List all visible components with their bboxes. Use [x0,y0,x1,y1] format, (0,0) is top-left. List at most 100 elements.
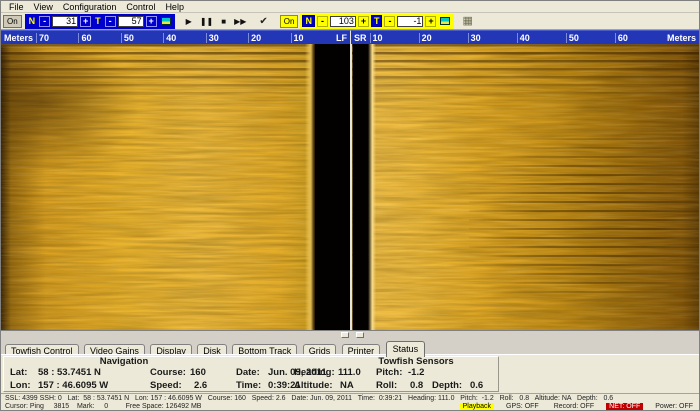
control-tab-bar: Towfish Control Video Gains Display Disk… [1,338,699,354]
port-water-column [315,44,350,330]
starboard-ruler-tick: 10 [370,33,419,43]
app-window: File View Configuration Control Help On … [0,0,700,411]
menu-bar: File View Configuration Control Help [1,1,699,13]
starboard-ruler-tick: 40 [517,33,566,43]
playback-mode-badge: Playback [460,403,494,410]
port-ruler-tick: 70 [36,33,78,43]
roll-value: 0.8 [410,380,423,391]
port-sonar-display[interactable] [1,44,350,330]
course-label: Course: [150,367,186,378]
starboard-ruler-sr-label: SR [351,33,370,43]
port-ruler-tick: 60 [78,33,120,43]
port-t-value-input[interactable] [118,16,144,27]
starboard-first-return-line [368,44,376,330]
starboard-range-ruler: SR 10 20 30 40 50 60 Meters [351,30,699,44]
pause-icon[interactable]: ❚❚ [199,17,214,26]
starboard-ruler-tick: 50 [566,33,615,43]
port-ruler-tick: 20 [248,33,290,43]
range-rulers: Meters 70 60 50 40 30 20 10 LF SR 10 20 … [1,30,699,44]
grid-window-icon[interactable]: ▦ [462,16,472,27]
port-on-button[interactable]: On [3,15,22,28]
starboard-ruler-tick: 30 [468,33,517,43]
lon-value: 157 : 46.6095 W [38,380,108,391]
starboard-ruler-units-label: Meters [664,33,699,43]
port-n-decrement-button[interactable]: - [39,16,50,27]
starboard-sonar-display[interactable] [352,44,699,330]
menu-control[interactable]: Control [121,2,160,12]
starboard-water-column [353,44,369,330]
altitude-value: NA [340,380,354,391]
speed-label: Speed: [150,380,182,391]
starboard-t-decrement-button[interactable]: - [384,16,395,27]
starboard-gain-group: N - + T - + [300,14,454,29]
starboard-t-value-input[interactable] [397,16,423,27]
starboard-n-decrement-button[interactable]: - [317,16,328,27]
speed-value: 2.6 [194,380,207,391]
port-t-increment-button[interactable]: + [146,16,157,27]
starboard-ruler-tick: 20 [419,33,468,43]
port-ruler-tick: 30 [206,33,248,43]
lat-label: Lat: [10,367,27,378]
fast-forward-icon[interactable]: ▶▶ [233,17,247,26]
depth-value: 0.6 [470,380,483,391]
port-display-settings-button[interactable] [159,15,173,28]
status-bar: SSL: 4399 SSH: 0 Lat: 58 : 53.7451 N Lon… [1,393,699,411]
port-ruler-lf-label: LF [333,33,350,43]
port-n-increment-button[interactable]: + [80,16,91,27]
tab-status[interactable]: Status [386,341,426,357]
altitude-label: Altitude: [294,380,333,391]
port-n-value-input[interactable] [52,16,78,27]
status-badges: Playback GPS: OFF Record: OFF NET: OFF P… [460,403,696,410]
heading-label: Heading: [294,367,335,378]
roll-label: Roll: [376,380,397,391]
port-t-decrement-button[interactable]: - [105,16,116,27]
date-label: Date: [236,367,260,378]
course-value: 160 [190,367,206,378]
starboard-surface-return-band [352,44,699,108]
port-dark-patch [1,54,141,174]
port-gain-group: N - + T - + [25,14,175,29]
status-line-telemetry: SSL: 4399 SSH: 0 Lat: 58 : 53.7451 N Lon… [5,395,613,402]
starboard-ruler-tick: 60 [615,33,664,43]
menu-configuration[interactable]: Configuration [58,2,122,12]
status-line-cursor: Cursor: Ping 3815 Mark: 0 Free Space: 12… [5,403,201,410]
starboard-display-settings-button[interactable] [438,15,452,28]
menu-help[interactable]: Help [160,2,189,12]
starboard-display-icon [440,17,450,25]
menu-view[interactable]: View [29,2,58,12]
navigation-title: Navigation [64,356,184,367]
port-range-ruler: Meters 70 60 50 40 30 20 10 LF [1,30,351,44]
navigation-sensors-groupbox: Navigation Towfish Sensors Lat: 58 : 53.… [3,356,499,392]
port-ruler-tick: 40 [163,33,205,43]
starboard-n-channel-label: N [302,15,315,27]
time-label: Time: [236,380,261,391]
port-n-channel-label: N [27,16,38,26]
port-ruler-tick: 10 [291,33,333,43]
record-status-badge: Record: OFF [551,403,597,410]
port-ruler-units-label: Meters [1,33,36,43]
pitch-value: -1.2 [408,367,424,378]
port-display-icon [161,17,171,25]
starboard-on-button[interactable]: On [280,15,299,28]
gps-status-badge: GPS: OFF [503,403,542,410]
apply-check-icon[interactable]: ✔ [259,16,267,27]
lon-label: Lon: [10,380,31,391]
port-ruler-tick: 50 [121,33,163,43]
starboard-n-value-input[interactable] [330,16,356,27]
status-tab-panel: Navigation Towfish Sensors Lat: 58 : 53.… [1,354,699,393]
sonar-waterfall-area [1,44,699,330]
pitch-label: Pitch: [376,367,402,378]
starboard-n-increment-button[interactable]: + [358,16,369,27]
starboard-dark-streaks [469,129,699,309]
power-status-badge: Power: OFF [652,403,696,410]
depth-label: Depth: [432,380,462,391]
towfish-sensors-title: Towfish Sensors [356,356,476,367]
playback-controls: ▶ ❚❚ ■ ▶▶ [185,17,248,26]
starboard-t-increment-button[interactable]: + [425,16,436,27]
play-icon[interactable]: ▶ [185,17,193,26]
port-t-channel-label: T [93,16,103,26]
menu-file[interactable]: File [4,2,29,12]
stop-icon[interactable]: ■ [220,17,227,26]
lat-value: 58 : 53.7451 N [38,367,101,378]
toolbar: On N - + T - + ▶ ❚❚ ■ ▶▶ ✔ On N - + T - [1,13,699,30]
